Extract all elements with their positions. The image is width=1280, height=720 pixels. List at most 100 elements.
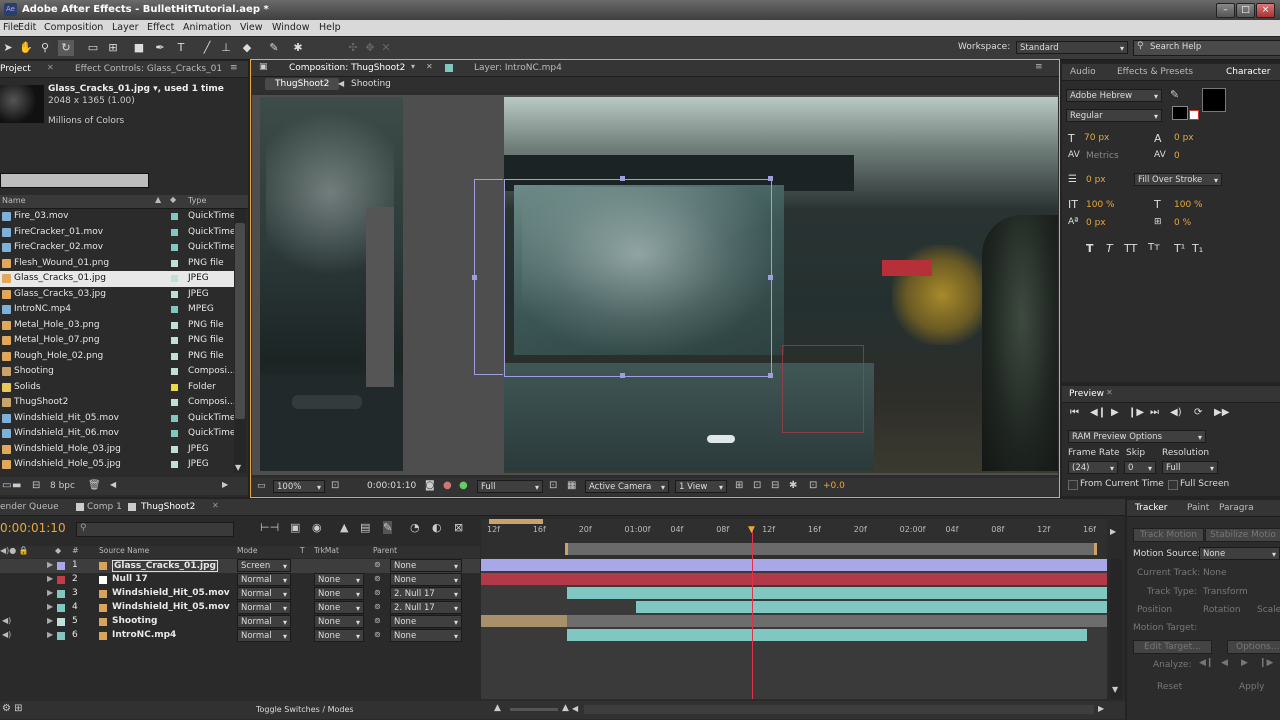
col-name[interactable]: Name — [2, 196, 26, 205]
always-preview-icon[interactable]: ▭ — [257, 481, 266, 491]
col-type[interactable]: Type — [188, 196, 206, 205]
reset-button[interactable]: Reset — [1157, 682, 1182, 692]
kerning-value[interactable]: Metrics — [1086, 151, 1119, 161]
layer-selection-box[interactable] — [504, 179, 772, 377]
menu-effect[interactable]: Effect — [147, 22, 174, 33]
project-item[interactable]: Windshield_Hole_05.jpg JPEG — [0, 457, 234, 473]
brush-tool-icon[interactable]: ╱ — [199, 40, 215, 56]
tracking-value[interactable]: 0 — [1174, 151, 1180, 161]
scale-checkbox-label[interactable]: Scale — [1257, 605, 1280, 615]
timecode-field[interactable]: 0:00:01:10 — [367, 481, 416, 491]
label-color-swatch[interactable] — [171, 352, 178, 360]
twirl-arrow-icon[interactable]: ▶ — [47, 602, 53, 611]
layer-mode-dropdown[interactable]: Normal — [237, 615, 291, 629]
layer-bar-1[interactable] — [481, 559, 1107, 571]
timeline-search-input[interactable]: ⚲ — [76, 522, 234, 537]
trash-icon[interactable]: 🗑 — [88, 480, 101, 491]
frame-rate-dropdown[interactable]: (24) — [1068, 461, 1118, 475]
scroll-thumb[interactable] — [235, 223, 245, 419]
label-color-swatch[interactable] — [171, 228, 178, 236]
all-caps-icon[interactable]: TT — [1124, 242, 1137, 255]
auto-keyframe-icon[interactable]: ◔ — [410, 521, 420, 534]
project-item[interactable]: Windshield_Hit_05.mov QuickTime — [0, 411, 234, 427]
view-layout-dropdown[interactable]: 1 View — [675, 480, 727, 494]
vscroll-down-icon[interactable]: ▼ — [1112, 685, 1118, 694]
close-comp-tab-icon[interactable]: ✕ — [426, 62, 433, 71]
motion-source-dropdown[interactable]: None — [1199, 547, 1280, 561]
layer-parent-dropdown[interactable]: None — [390, 615, 462, 629]
brainstorm-icon[interactable]: ✎ — [383, 521, 393, 534]
pen-tool-icon[interactable]: ✒ — [152, 40, 168, 56]
horizontal-scale-value[interactable]: 100 % — [1174, 200, 1203, 210]
scroll-left-icon[interactable]: ◀ — [110, 480, 116, 489]
leading-value[interactable]: 0 px — [1174, 133, 1194, 143]
safe-margins-icon[interactable]: ⊡ — [331, 480, 339, 491]
timeline-nav-scroll-icon[interactable]: ▶ — [1110, 527, 1116, 536]
layer-trkmat-dropdown[interactable]: None — [314, 615, 364, 629]
work-area-bar[interactable] — [565, 543, 1097, 555]
close-tab-icon[interactable]: ✕ — [47, 63, 54, 72]
tab-project[interactable]: Project — [0, 64, 31, 74]
analyze-fwd-frame-icon[interactable]: ❙▶ — [1259, 658, 1273, 668]
tab-comp-1[interactable]: Comp 1 — [87, 502, 122, 512]
bpc-label[interactable]: 8 bpc — [50, 481, 75, 491]
menu-edit[interactable]: Edit — [18, 22, 36, 33]
tab-composition[interactable]: Composition: ThugShoot2 — [289, 63, 405, 73]
track-motion-button[interactable]: Track Motion — [1133, 528, 1204, 542]
project-item[interactable]: IntroNC.mp4 MPEG — [0, 302, 234, 318]
camera-tool-icon[interactable]: ▭ — [85, 40, 101, 56]
layer-label-swatch[interactable] — [57, 604, 65, 612]
apply-button[interactable]: Apply — [1239, 682, 1264, 692]
full-screen-checkbox[interactable] — [1168, 480, 1178, 490]
video-toggle-icon[interactable]: ◀) — [2, 616, 11, 625]
label-color-swatch[interactable] — [171, 445, 178, 453]
project-item[interactable]: Glass_Cracks_01.jpg JPEG — [0, 271, 234, 287]
zoom-slider[interactable] — [510, 708, 558, 711]
type-tool-icon[interactable]: T — [173, 40, 189, 56]
label-color-swatch[interactable] — [171, 414, 178, 422]
search-help-field[interactable]: ⚲ Search Help — [1133, 40, 1280, 56]
project-item[interactable]: FireCracker_01.mov QuickTime — [0, 225, 234, 241]
label-color-swatch[interactable] — [171, 383, 178, 391]
comp-tab-dropdown-icon[interactable]: ▾ — [411, 62, 415, 71]
layer-parent-dropdown[interactable]: None — [390, 629, 462, 643]
workspace-dropdown[interactable]: Standard — [1016, 41, 1128, 55]
tab-layer[interactable]: Layer: IntroNC.mp4 — [474, 63, 562, 73]
timeline-vscroll[interactable]: ▼ — [1110, 559, 1122, 699]
layer-name[interactable]: Windshield_Hit_05.mov — [112, 588, 230, 598]
close-button[interactable]: × — [1256, 3, 1275, 18]
tab-preview[interactable]: Preview — [1069, 389, 1104, 399]
zoom-tool-icon[interactable]: ⚲ — [37, 40, 53, 56]
pan-behind-tool-icon[interactable]: ⊞ — [105, 40, 121, 56]
project-item[interactable]: FireCracker_02.mov QuickTime — [0, 240, 234, 256]
twirl-arrow-icon[interactable]: ▶ — [47, 560, 53, 569]
bounds-handle[interactable] — [768, 176, 773, 181]
comp-viewer[interactable] — [252, 95, 1058, 475]
timeline-icon[interactable]: ⊟ — [771, 480, 779, 491]
font-style-dropdown[interactable]: Regular — [1066, 109, 1162, 123]
layer-bar-4[interactable] — [636, 601, 1107, 613]
bounds-handle[interactable] — [768, 373, 773, 378]
timeline-hscroll-thumb[interactable] — [584, 705, 1094, 714]
parent-pickwhip-icon[interactable]: ⊚ — [374, 588, 381, 597]
eraser-tool-icon[interactable]: ◆ — [239, 40, 255, 56]
project-item[interactable]: Windshield_Hole_03.jpg JPEG — [0, 442, 234, 458]
ram-preview-icon[interactable]: ▶▶ — [1214, 407, 1229, 418]
tab-paint[interactable]: Paint — [1187, 503, 1209, 513]
subscript-icon[interactable]: T₁ — [1192, 242, 1203, 255]
play-icon[interactable]: ▶ — [1111, 407, 1119, 418]
null-bounds-red[interactable] — [782, 345, 864, 433]
comp-mini-flowchart-icon[interactable]: ⊢⊣ — [260, 521, 279, 534]
layer-label-swatch[interactable] — [57, 590, 65, 598]
project-item[interactable]: Solids Folder — [0, 380, 234, 396]
layer-name[interactable]: Shooting — [112, 616, 158, 626]
layer-row[interactable]: ◀) ▶ 6 IntroNC.mp4 Normal None ⊚ None — [0, 629, 480, 643]
tab-effect-controls[interactable]: Effect Controls: Glass_Cracks_01 — [75, 64, 222, 74]
layer-row[interactable]: ▶ 3 Windshield_Hit_05.mov Normal None ⊚ 2. Nul… — [0, 587, 480, 601]
region-of-interest-icon[interactable]: ⊡ — [549, 480, 557, 491]
fill-color-swatch[interactable] — [1172, 106, 1188, 120]
maximize-button[interactable]: □ — [1236, 3, 1255, 18]
transparency-grid-icon[interactable]: ▦ — [567, 480, 576, 491]
layer-mode-dropdown[interactable]: Normal — [237, 573, 291, 587]
interpret-footage-icon[interactable]: ▭ — [2, 480, 11, 491]
